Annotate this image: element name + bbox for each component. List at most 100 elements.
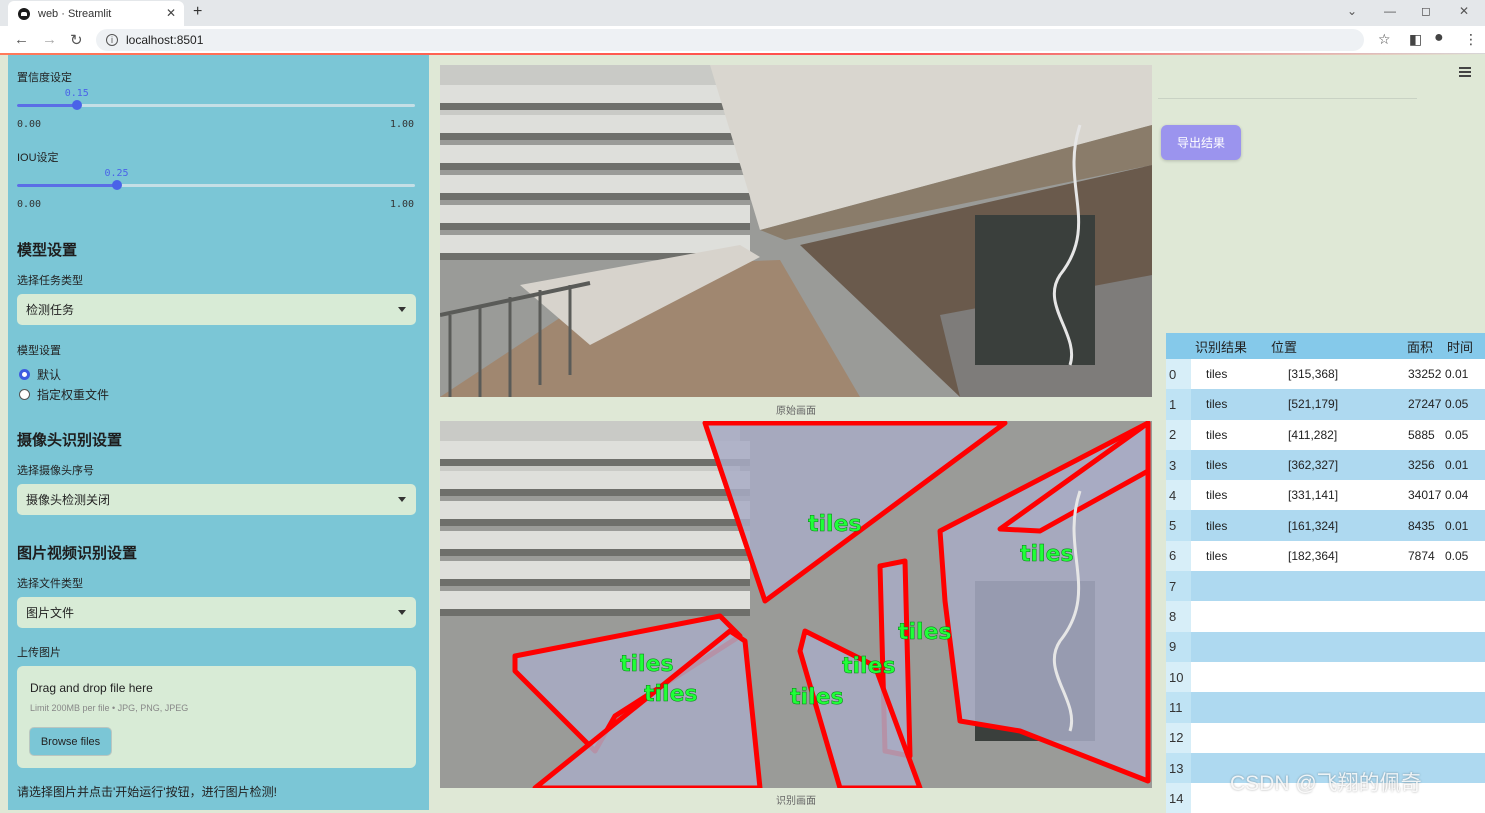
radio-default[interactable]: 默认	[19, 366, 61, 383]
browse-files-button[interactable]: Browse files	[29, 727, 112, 756]
row-time: 0.05	[1443, 419, 1485, 450]
url-text: localhost:8501	[126, 33, 204, 47]
browser-menu-icon[interactable]: ⋮	[1464, 31, 1478, 48]
table-row-empty[interactable]: 11	[1166, 692, 1485, 723]
confidence-slider[interactable]	[17, 100, 415, 110]
iou-slider[interactable]	[17, 180, 415, 190]
site-info-icon[interactable]: i	[106, 34, 118, 46]
table-row[interactable]: 3 tiles [362,327] 3256 0.01	[1166, 449, 1485, 481]
header-position[interactable]: 位置	[1267, 333, 1403, 359]
table-row[interactable]: 0 tiles [315,368] 33252 0.01	[1166, 359, 1485, 390]
table-row-empty[interactable]: 9	[1166, 631, 1485, 662]
row-label: tiles	[1191, 389, 1267, 420]
side-panel-icon[interactable]: ◧	[1409, 31, 1422, 48]
new-tab-button[interactable]: +	[193, 3, 202, 21]
iou-value: 0.25	[104, 168, 129, 179]
svg-text:tiles: tiles	[1020, 542, 1074, 567]
confidence-value: 0.15	[64, 88, 89, 99]
camera-settings-header: 摄像头识别设置	[17, 432, 123, 449]
url-field[interactable]: i localhost:8501	[96, 29, 1364, 51]
iou-label: IOU设定	[17, 152, 59, 164]
confidence-slider-fill	[17, 104, 77, 107]
address-bar-row: ← → ↻ i localhost:8501 ☆ ◧ ● ⋮	[0, 26, 1485, 54]
divider	[1158, 98, 1417, 99]
svg-text:tiles: tiles	[842, 654, 896, 679]
row-label: tiles	[1191, 419, 1267, 450]
table-row[interactable]: 6 tiles [182,364] 7874 0.05	[1166, 540, 1485, 572]
header-area[interactable]: 面积	[1403, 333, 1443, 359]
table-row-empty[interactable]: 12	[1166, 722, 1485, 753]
table-row-empty[interactable]: 7	[1166, 571, 1485, 602]
row-area: 5885	[1403, 419, 1443, 450]
table-row[interactable]: 1 tiles [521,179] 27247 0.05	[1166, 389, 1485, 420]
empty-cell	[1403, 722, 1443, 753]
row-index: 3	[1166, 449, 1191, 481]
detected-image: tiles tiles tiles tiles tiles tiles tile…	[440, 421, 1152, 788]
chevron-down-icon[interactable]: ⌄	[1347, 4, 1357, 18]
maximize-button[interactable]: ◻	[1421, 4, 1431, 18]
row-area: 7874	[1403, 540, 1443, 572]
empty-cell	[1443, 631, 1485, 662]
tab-close-icon[interactable]: ✕	[166, 6, 176, 20]
empty-cell	[1403, 631, 1443, 662]
task-type-select[interactable]: 检测任务	[17, 294, 416, 325]
row-index: 1	[1166, 389, 1191, 420]
camera-select[interactable]: 摄像头检测关闭	[17, 484, 416, 515]
hamburger-menu-icon[interactable]	[1459, 67, 1471, 79]
empty-cell	[1191, 571, 1267, 602]
radio-custom-weights[interactable]: 指定权重文件	[19, 386, 109, 403]
empty-cell	[1443, 722, 1485, 753]
table-row[interactable]: 5 tiles [161,324] 8435 0.01	[1166, 510, 1485, 541]
row-index: 5	[1166, 510, 1191, 541]
streamlit-favicon-icon	[18, 7, 30, 20]
row-index: 12	[1166, 722, 1191, 753]
empty-cell	[1443, 571, 1485, 602]
empty-cell	[1267, 631, 1403, 662]
confidence-min: 0.00	[17, 119, 42, 130]
radio-custom-label: 指定权重文件	[37, 388, 110, 402]
browser-tab-bar: web · Streamlit ✕ + ⌄ — ◻ ✕	[0, 0, 1485, 26]
profile-avatar-icon[interactable]: ●	[1434, 29, 1444, 47]
row-index: 14	[1166, 783, 1191, 813]
row-index: 11	[1166, 692, 1191, 723]
row-area: 33252	[1403, 359, 1443, 390]
empty-cell	[1443, 783, 1485, 813]
bookmark-star-icon[interactable]: ☆	[1378, 31, 1391, 48]
row-label: tiles	[1191, 480, 1267, 511]
iou-slider-fill	[17, 184, 117, 187]
forward-arrow-icon[interactable]: →	[42, 31, 57, 48]
watermark: CSDN @飞翔的佩奇	[1230, 772, 1422, 795]
chevron-down-icon	[398, 307, 406, 312]
row-area: 3256	[1403, 449, 1443, 481]
footer-hint: 请选择图片并点击'开始运行'按钮，进行图片检测!	[17, 785, 277, 799]
header-index	[1166, 333, 1191, 359]
row-position: [362,327]	[1267, 449, 1403, 481]
reload-icon[interactable]: ↻	[70, 31, 83, 49]
iou-slider-thumb[interactable]	[111, 180, 122, 190]
window-close-button[interactable]: ✕	[1459, 4, 1469, 18]
export-results-button[interactable]: 导出结果	[1161, 125, 1241, 160]
minimize-button[interactable]: —	[1384, 4, 1396, 18]
header-time[interactable]: 时间	[1443, 333, 1485, 359]
row-index: 13	[1166, 752, 1191, 784]
browser-tab[interactable]: web · Streamlit ✕	[8, 1, 184, 26]
row-index: 2	[1166, 419, 1191, 450]
original-scene	[440, 65, 1152, 397]
empty-cell	[1443, 601, 1485, 632]
header-result[interactable]: 识别结果	[1191, 333, 1267, 359]
radio-default-label: 默认	[37, 368, 62, 382]
table-row[interactable]: 2 tiles [411,282] 5885 0.05	[1166, 419, 1485, 450]
table-row-empty[interactable]: 8	[1166, 601, 1485, 632]
file-type-select[interactable]: 图片文件	[17, 597, 416, 628]
confidence-slider-thumb[interactable]	[71, 100, 82, 110]
file-uploader-dropzone[interactable]: Drag and drop file here Limit 200MB per …	[17, 666, 416, 768]
row-index: 0	[1166, 359, 1191, 390]
table-row[interactable]: 4 tiles [331,141] 34017 0.04	[1166, 480, 1485, 511]
row-area: 8435	[1403, 510, 1443, 541]
table-row-empty[interactable]: 10	[1166, 661, 1485, 693]
back-arrow-icon[interactable]: ←	[14, 31, 29, 48]
svg-text:tiles: tiles	[644, 682, 698, 707]
row-index: 7	[1166, 571, 1191, 602]
model-settings-header: 模型设置	[17, 242, 78, 259]
radio-selected-icon	[19, 369, 30, 380]
